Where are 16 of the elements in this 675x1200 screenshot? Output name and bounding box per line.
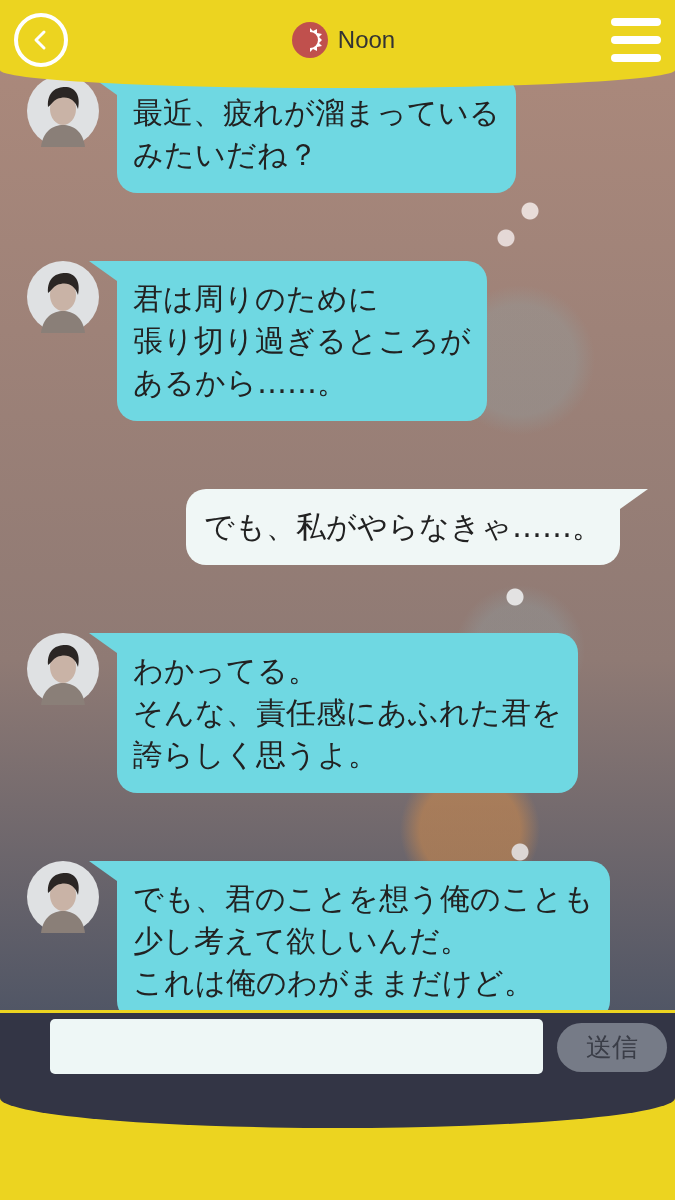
avatar-icon bbox=[27, 261, 99, 333]
message-bubble: でも、私がやらなきゃ……。 bbox=[186, 489, 620, 565]
avatar-icon bbox=[27, 633, 99, 705]
back-button[interactable] bbox=[14, 13, 68, 67]
message-bubble: 君は周りのために 張り切り過ぎるところが あるから……。 bbox=[117, 261, 487, 421]
sun-icon bbox=[291, 22, 328, 58]
menu-button[interactable] bbox=[611, 18, 661, 62]
send-button[interactable]: 送信 bbox=[557, 1023, 667, 1072]
bubble-tail bbox=[620, 489, 648, 509]
message-bubble: わかってる。 そんな、責任感にあふれた君を 誇らしく思うよ。 bbox=[117, 633, 578, 793]
bubble-tail bbox=[89, 633, 117, 653]
avatar-icon bbox=[27, 861, 99, 933]
chat-title: Noon bbox=[337, 26, 396, 54]
message-input[interactable] bbox=[50, 1019, 543, 1074]
bubble-tail bbox=[89, 261, 117, 281]
bubble-tail bbox=[89, 861, 117, 881]
